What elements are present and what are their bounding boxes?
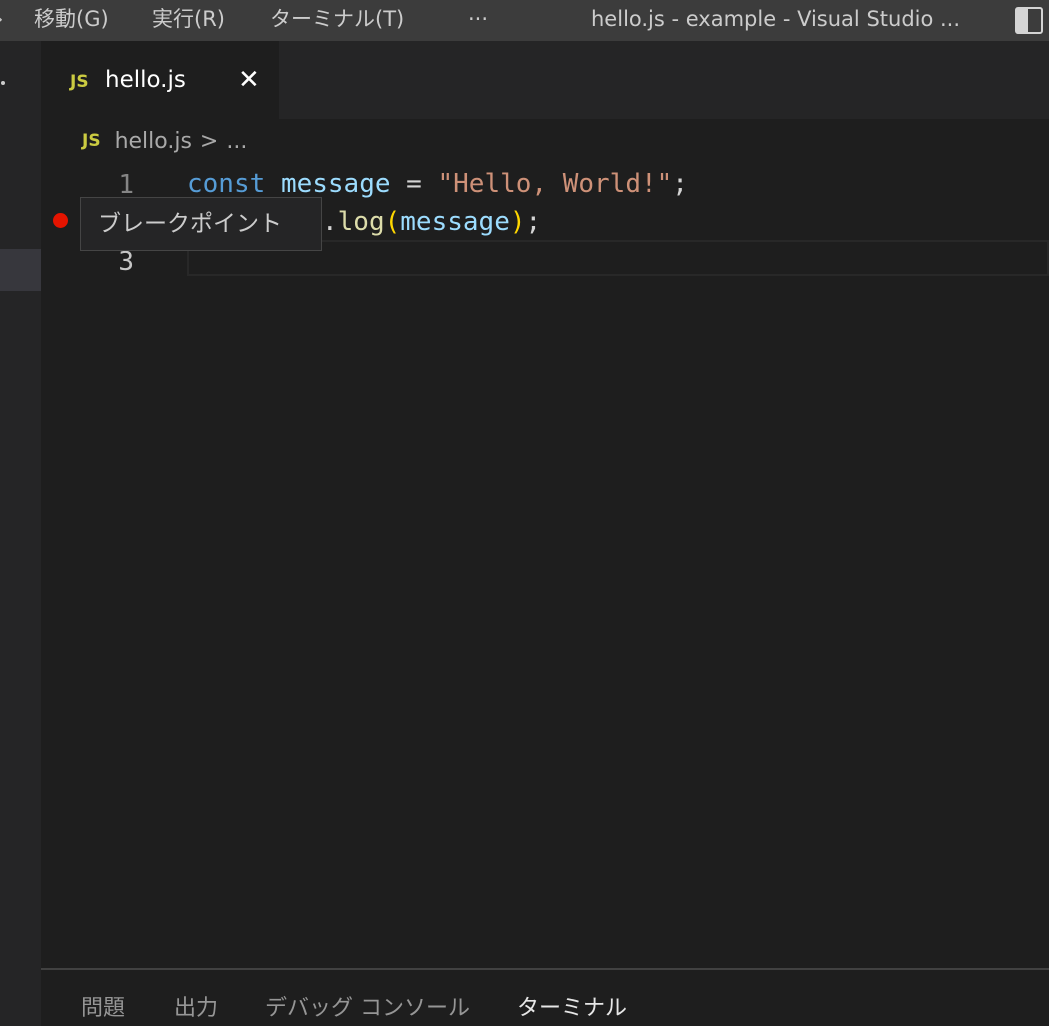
punctuation-token: ; xyxy=(672,169,688,199)
breadcrumb: JS hello.js > ... xyxy=(82,126,247,156)
keyword-token: const xyxy=(187,169,266,199)
toggle-sidebar-icon[interactable] xyxy=(1015,7,1043,34)
javascript-file-icon: JS xyxy=(82,131,101,151)
method-token: log xyxy=(337,207,385,237)
operator-token: = xyxy=(406,169,422,199)
identifier-token: message xyxy=(400,207,510,237)
string-token: "Hello, World!" xyxy=(437,169,673,199)
tab-debug-console[interactable]: デバッグ コンソール xyxy=(265,990,470,1022)
menu-terminal[interactable]: ターミナル(T) xyxy=(270,0,404,41)
tab-output[interactable]: 出力 xyxy=(174,990,218,1022)
punctuation-token: . xyxy=(322,207,338,237)
panel-tab-bar: 問題 出力 デバッグ コンソール ターミナル xyxy=(41,970,1049,1026)
breadcrumb-file[interactable]: hello.js xyxy=(115,129,192,154)
javascript-file-icon: JS xyxy=(70,72,89,92)
sidebar-edge xyxy=(0,41,41,1026)
menu-more[interactable]: ··· xyxy=(468,0,488,41)
paren-token: ) xyxy=(509,207,526,237)
punctuation-token: ; xyxy=(525,207,542,237)
title-bar: › 移動(G) 実行(R) ターミナル(T) ··· hello.js - ex… xyxy=(0,0,1049,41)
identifier-token: message xyxy=(280,169,391,199)
menu-run[interactable]: 実行(R) xyxy=(152,0,225,41)
tab-label: hello.js xyxy=(105,67,186,93)
code-line-2[interactable]: .log(message); xyxy=(322,203,541,241)
paren-token: ( xyxy=(384,207,401,237)
window-title: hello.js - example - Visual Studio ... xyxy=(591,7,961,31)
tab-problems[interactable]: 問題 xyxy=(81,990,125,1022)
chevron-right-icon[interactable]: › xyxy=(0,0,3,41)
close-icon[interactable]: ✕ xyxy=(238,65,260,95)
breakpoint-tooltip: ブレークポイント xyxy=(80,197,322,251)
tab-terminal[interactable]: ターミナル xyxy=(517,990,627,1022)
tab-hello-js[interactable]: JS hello.js ✕ xyxy=(41,41,279,119)
breadcrumb-symbols[interactable]: ... xyxy=(226,129,247,154)
sidebar-active-row[interactable] xyxy=(0,249,41,291)
dot-icon xyxy=(1,81,5,85)
breakpoint-icon[interactable] xyxy=(53,213,68,228)
menu-go[interactable]: 移動(G) xyxy=(34,0,109,41)
editor-tab-bar: JS hello.js ✕ xyxy=(41,41,1049,119)
chevron-right-icon: > xyxy=(199,128,219,154)
